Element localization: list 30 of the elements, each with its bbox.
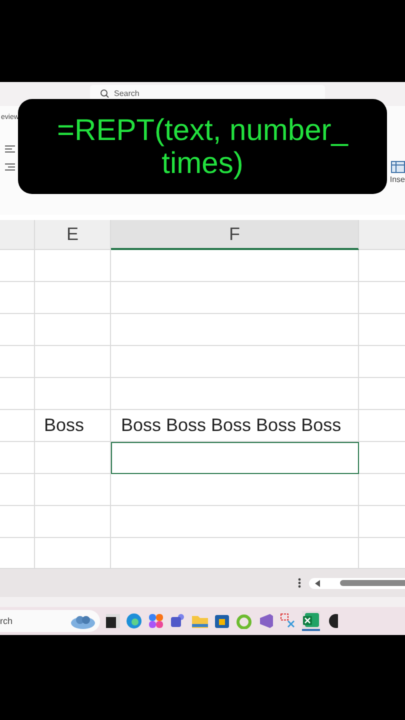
table-cell <box>0 346 35 378</box>
folder-icon[interactable] <box>192 614 208 628</box>
scrollbar[interactable] <box>309 578 405 588</box>
table-cell <box>0 282 35 314</box>
caption-text: =REPT(text, number_ <box>57 114 348 146</box>
table-cell <box>0 506 35 538</box>
insert-button[interactable]: Inse <box>390 175 405 184</box>
table-cell <box>0 250 35 282</box>
search-field[interactable]: rch <box>0 610 100 632</box>
cloud-icon <box>70 613 96 629</box>
table-cell: Boss <box>35 410 111 442</box>
table-cell <box>0 474 35 506</box>
app-icon[interactable] <box>326 613 338 629</box>
table-cell <box>0 410 35 442</box>
search-icon <box>100 88 109 98</box>
spreadsheet-icon[interactable] <box>302 611 320 631</box>
left-arrow-icon[interactable] <box>315 580 320 586</box>
table-cell <box>0 314 35 346</box>
table-cell: Boss Boss Boss Boss Boss <box>111 410 359 442</box>
indent-icon[interactable] <box>5 163 15 171</box>
table-icon <box>391 161 405 173</box>
table-cell <box>0 442 35 474</box>
search-placeholder: Search <box>114 88 140 98</box>
window-icon[interactable] <box>106 614 120 628</box>
column-header[interactable]: F <box>111 220 359 250</box>
table-cell <box>0 378 35 410</box>
search-placeholder: rch <box>0 616 13 626</box>
align-icon[interactable] <box>5 145 15 153</box>
caption-text: times) <box>162 146 244 180</box>
more-icon[interactable] <box>298 578 301 588</box>
